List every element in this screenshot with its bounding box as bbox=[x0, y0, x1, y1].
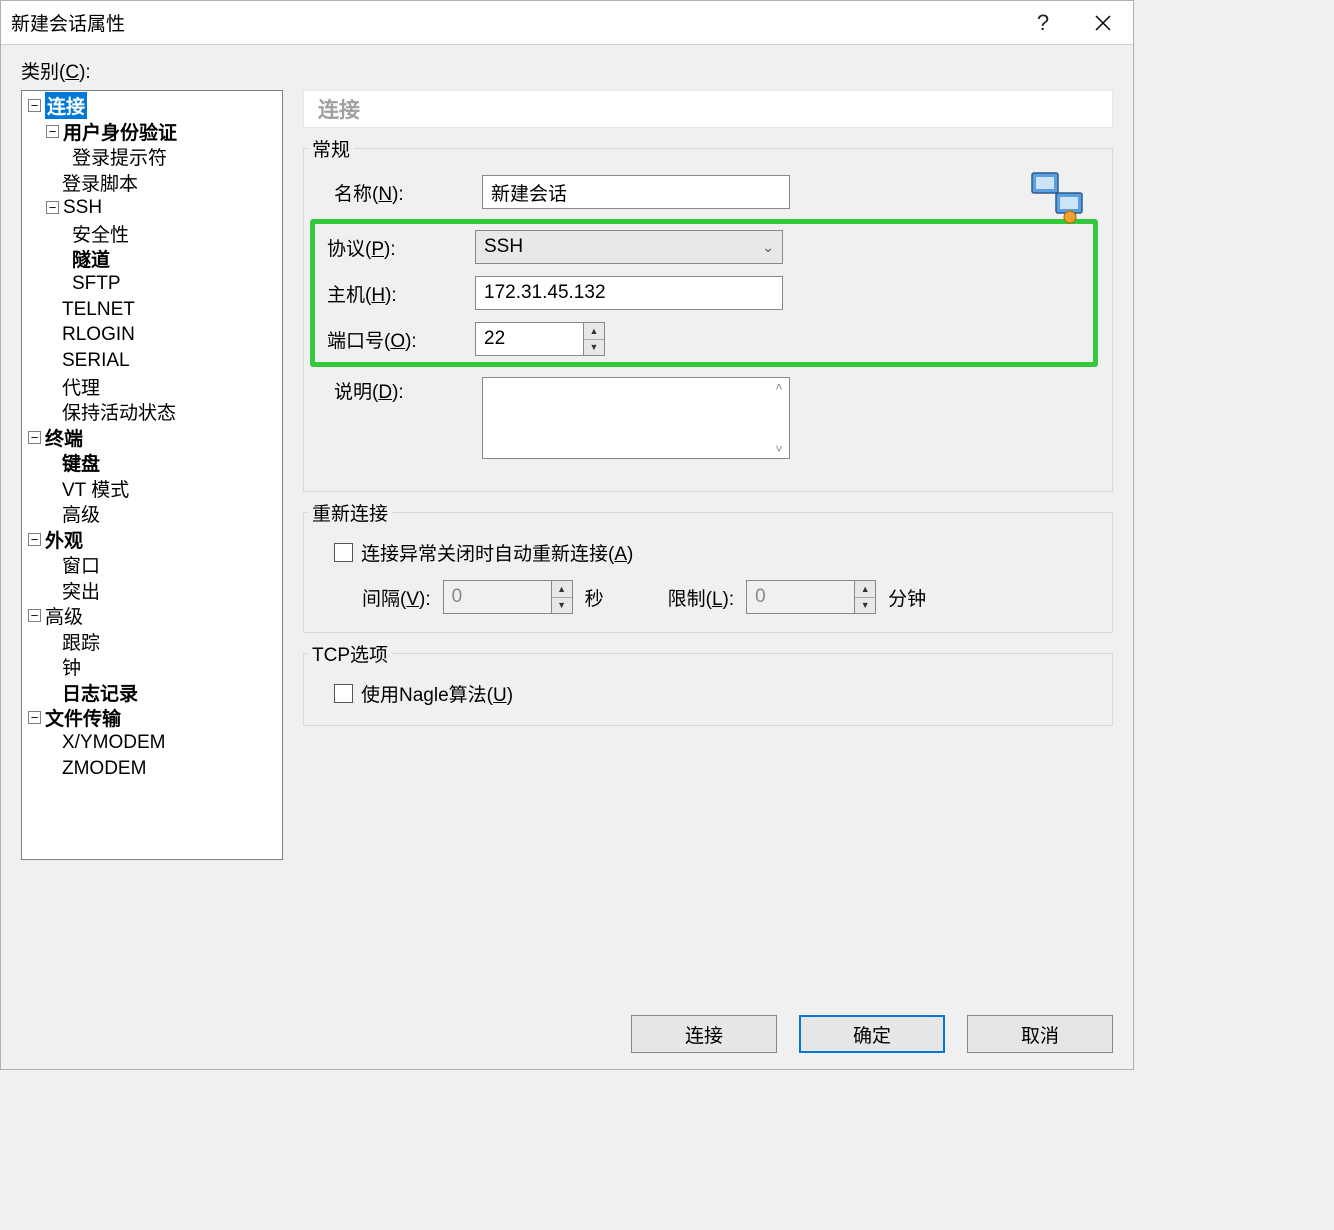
titlebar: 新建会话属性 ? bbox=[1, 1, 1133, 45]
dialog-window: 新建会话属性 ? 类别(C): −连接 −用户身份验证 bbox=[0, 0, 1134, 1070]
category-tree[interactable]: −连接 −用户身份验证 登录提示符 登录脚本 −SSH bbox=[21, 90, 283, 860]
protocol-value: SSH bbox=[484, 236, 523, 258]
scroll-down-icon[interactable]: ˅ bbox=[771, 442, 787, 456]
category-label: 类别(C): bbox=[21, 57, 1113, 84]
tree-filetransfer[interactable]: −文件传输 bbox=[22, 705, 282, 731]
interval-input bbox=[443, 580, 551, 614]
interval-label: 间隔(V): bbox=[362, 584, 431, 611]
collapse-icon[interactable]: − bbox=[28, 99, 41, 112]
panel-title: 连接 bbox=[303, 90, 1113, 128]
limit-spinner: ▲▼ bbox=[746, 580, 876, 614]
collapse-icon[interactable]: − bbox=[28, 431, 41, 444]
nagle-checkbox-label: 使用Nagle算法(U) bbox=[361, 680, 513, 707]
tree-terminal[interactable]: −终端 bbox=[22, 425, 282, 451]
collapse-icon[interactable]: − bbox=[28, 533, 41, 546]
nagle-checkbox[interactable] bbox=[334, 684, 353, 703]
collapse-icon[interactable]: − bbox=[46, 201, 59, 214]
protocol-label: 协议(P): bbox=[315, 234, 475, 261]
protocol-combo[interactable]: SSH ⌄ bbox=[475, 230, 783, 264]
close-icon bbox=[1095, 15, 1111, 31]
collapse-icon[interactable]: − bbox=[28, 711, 41, 724]
scroll-up-icon[interactable]: ˄ bbox=[771, 380, 787, 394]
tree-vtmode[interactable]: VT 模式 bbox=[22, 476, 282, 502]
spinner-up-icon[interactable]: ▲ bbox=[584, 323, 604, 340]
tree-advanced-term[interactable]: 高级 bbox=[22, 501, 282, 527]
tree-window[interactable]: 窗口 bbox=[22, 552, 282, 578]
window-title: 新建会话属性 bbox=[11, 9, 1013, 36]
connect-button[interactable]: 连接 bbox=[631, 1015, 777, 1053]
spinner-up-icon: ▲ bbox=[855, 581, 875, 598]
desc-label: 说明(D): bbox=[322, 377, 482, 404]
tree-login-prompt[interactable]: 登录提示符 bbox=[22, 144, 282, 170]
group-reconnect: 重新连接 连接异常关闭时自动重新连接(A) 间隔(V): ▲▼ 秒 限制(L bbox=[303, 512, 1113, 633]
name-input[interactable] bbox=[482, 175, 790, 209]
desc-textarea[interactable]: ˄˅ bbox=[482, 377, 790, 459]
interval-spinner: ▲▼ bbox=[443, 580, 573, 614]
collapse-icon[interactable]: − bbox=[46, 125, 59, 138]
tree-zmodem[interactable]: ZMODEM bbox=[22, 756, 282, 782]
tree-proxy[interactable]: 代理 bbox=[22, 374, 282, 400]
limit-input bbox=[746, 580, 854, 614]
port-label: 端口号(O): bbox=[315, 326, 475, 353]
chevron-down-icon: ⌄ bbox=[762, 239, 774, 256]
spinner-down-icon: ▼ bbox=[552, 598, 572, 614]
tree-rlogin[interactable]: RLOGIN bbox=[22, 323, 282, 349]
group-reconnect-title: 重新连接 bbox=[308, 499, 392, 526]
limit-unit: 分钟 bbox=[888, 584, 926, 611]
name-label: 名称(N): bbox=[322, 179, 482, 206]
tree-keepalive[interactable]: 保持活动状态 bbox=[22, 399, 282, 425]
collapse-icon[interactable]: − bbox=[28, 609, 41, 622]
tree-serial[interactable]: SERIAL bbox=[22, 348, 282, 374]
limit-label: 限制(L): bbox=[668, 584, 735, 611]
highlight-annotation: 协议(P): SSH ⌄ 主机(H): 端口号(O): bbox=[310, 219, 1098, 367]
tree-tunnel[interactable]: 隧道 bbox=[22, 246, 282, 272]
tree-advanced[interactable]: −高级 bbox=[22, 603, 282, 629]
tree-xymodem[interactable]: X/YMODEM bbox=[22, 731, 282, 757]
spinner-down-icon: ▼ bbox=[855, 598, 875, 614]
group-general: 常规 名称(N): 协议(P): bbox=[303, 148, 1113, 492]
close-button[interactable] bbox=[1073, 1, 1133, 44]
tree-ssh[interactable]: −SSH bbox=[22, 195, 282, 221]
group-general-title: 常规 bbox=[308, 135, 354, 162]
tree-highlight[interactable]: 突出 bbox=[22, 578, 282, 604]
port-input[interactable] bbox=[475, 322, 583, 356]
group-tcp: TCP选项 使用Nagle算法(U) bbox=[303, 653, 1113, 726]
spinner-down-icon[interactable]: ▼ bbox=[584, 340, 604, 356]
tree-keyboard[interactable]: 键盘 bbox=[22, 450, 282, 476]
spinner-up-icon: ▲ bbox=[552, 581, 572, 598]
reconnect-checkbox[interactable] bbox=[334, 543, 353, 562]
cancel-button[interactable]: 取消 bbox=[967, 1015, 1113, 1053]
tree-appearance[interactable]: −外观 bbox=[22, 527, 282, 553]
tree-login-script[interactable]: 登录脚本 bbox=[22, 170, 282, 196]
connection-icon bbox=[1028, 169, 1088, 225]
tree-logging[interactable]: 日志记录 bbox=[22, 680, 282, 706]
host-label: 主机(H): bbox=[315, 280, 475, 307]
help-button[interactable]: ? bbox=[1013, 1, 1073, 44]
tree-connection[interactable]: −连接 bbox=[22, 93, 282, 119]
host-input[interactable] bbox=[475, 276, 783, 310]
tree-bell[interactable]: 钟 bbox=[22, 654, 282, 680]
tree-sftp[interactable]: SFTP bbox=[22, 272, 282, 298]
tree-trace[interactable]: 跟踪 bbox=[22, 629, 282, 655]
tree-auth[interactable]: −用户身份验证 bbox=[22, 119, 282, 145]
tree-security[interactable]: 安全性 bbox=[22, 221, 282, 247]
tree-telnet[interactable]: TELNET bbox=[22, 297, 282, 323]
interval-unit: 秒 bbox=[585, 584, 604, 611]
reconnect-checkbox-label: 连接异常关闭时自动重新连接(A) bbox=[361, 539, 633, 566]
port-spinner[interactable]: ▲▼ bbox=[475, 322, 605, 356]
ok-button[interactable]: 确定 bbox=[799, 1015, 945, 1053]
group-tcp-title: TCP选项 bbox=[308, 640, 392, 667]
